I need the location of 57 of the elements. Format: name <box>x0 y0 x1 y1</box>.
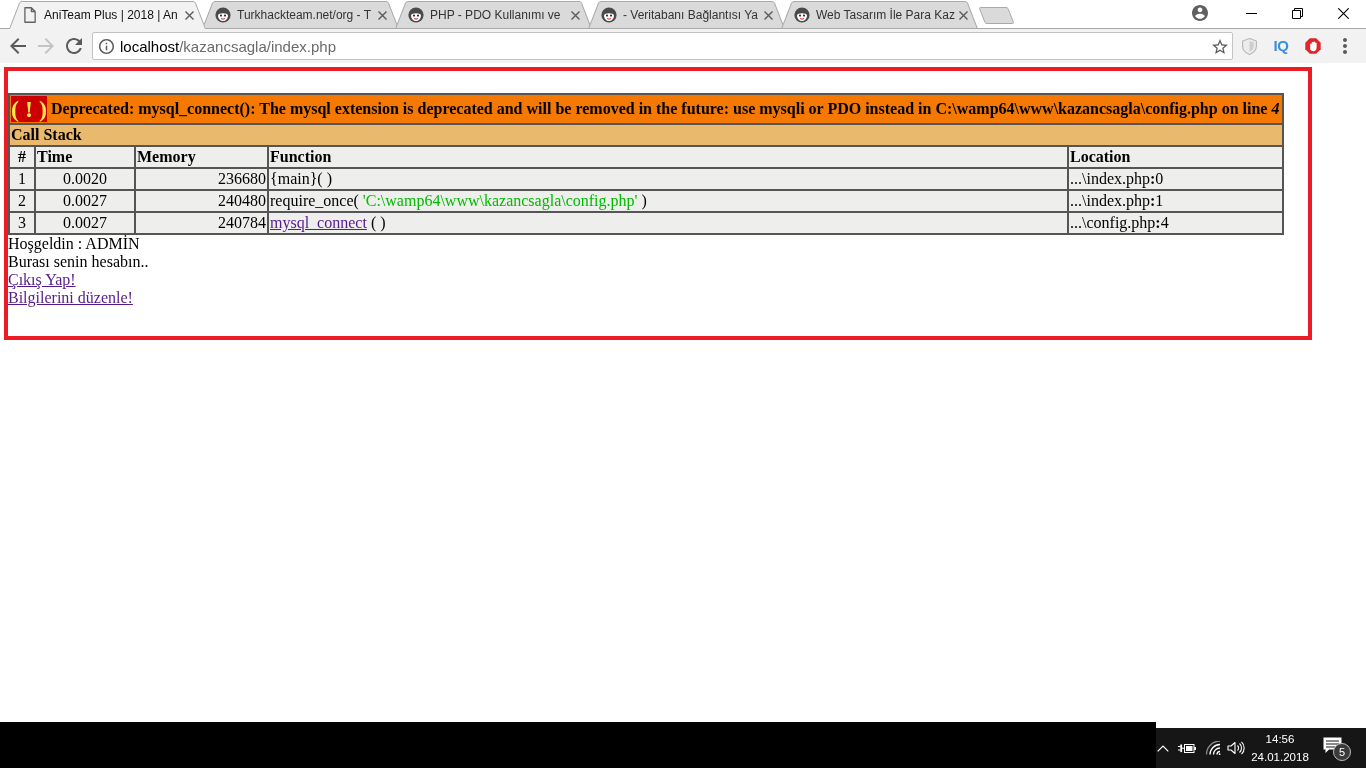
minimize-icon[interactable] <box>1245 12 1257 14</box>
section-header: Call Stack <box>9 124 1283 146</box>
close-icon[interactable] <box>185 10 194 20</box>
column-header: Memory <box>135 146 268 168</box>
address-bar[interactable]: localhost/kazancsagla/index.php <box>92 32 1233 60</box>
close-icon[interactable] <box>1337 7 1349 19</box>
text-link[interactable]: Çıkış Yap! <box>8 271 76 288</box>
notification-count: 5 <box>1333 743 1351 761</box>
table-cell: 0.0020 <box>35 168 135 190</box>
table-cell: 240784 <box>135 212 268 234</box>
table-cell: ...\index.php:1 <box>1068 190 1283 212</box>
info-icon[interactable] <box>99 38 114 54</box>
body-text: Burası senin hesabın.. <box>8 253 149 270</box>
browser-tab[interactable]: AniTeam Plus | 2018 | An <box>9 1 206 29</box>
speaker-icon[interactable] <box>1227 741 1245 755</box>
table-cell: 1 <box>9 168 35 190</box>
body-text: Hoşgeldin : ADMİN <box>8 235 140 252</box>
face-logo-icon <box>794 7 810 23</box>
star-icon[interactable] <box>1212 38 1228 54</box>
column-header: # <box>9 146 35 168</box>
text-link[interactable]: Bilgilerini düzenle! <box>8 289 133 306</box>
profile-icon[interactable] <box>1192 5 1208 21</box>
column-header: Location <box>1068 146 1283 168</box>
column-header: Time <box>35 146 135 168</box>
page-icon <box>24 7 36 23</box>
browser-tab[interactable]: Web Tasarım İle Para Kaz <box>781 1 978 29</box>
table-cell: 0.0027 <box>35 190 135 212</box>
table-cell: 3 <box>9 212 35 234</box>
table-cell: ...\config.php:4 <box>1068 212 1283 234</box>
clock-date: 24.01.2018 <box>1251 750 1309 765</box>
browser-tab[interactable]: PHP - PDO Kullanımı ve <box>395 1 592 29</box>
table-cell: require_once( 'C:\wamp64\www\kazancsagla\config.php' ) <box>268 190 1068 212</box>
call-parens: ( ) <box>370 214 386 231</box>
menu-icon[interactable] <box>1343 38 1347 54</box>
face-logo-icon <box>601 7 617 23</box>
function-link[interactable]: mysql_connect <box>270 214 367 231</box>
face-logo-icon <box>215 7 231 23</box>
table-cell: ...\index.php:0 <box>1068 168 1283 190</box>
back-icon[interactable] <box>10 38 26 54</box>
error-message: Deprecated: mysql_connect(): The mysql extension is deprecated and will be removed in the future: use mysqli or PDO instead in C:\wamp64\www\kazancsagla\config.php on line 4 <box>51 100 1280 117</box>
chevron-up-icon[interactable] <box>1157 744 1169 752</box>
browser-tab[interactable]: - Veritabanı Bağlantısı Ya <box>588 1 785 29</box>
restore-icon[interactable] <box>1291 7 1303 19</box>
error-sign: ( ! ) <box>11 96 47 122</box>
clock-time: 14:56 <box>1265 732 1295 747</box>
table-cell: 240480 <box>135 190 268 212</box>
face-logo-icon <box>408 7 424 23</box>
stop-sign-icon[interactable] <box>1305 38 1321 54</box>
table-cell: 2 <box>9 190 35 212</box>
table-cell: {main}( ) <box>268 168 1068 190</box>
browser-tab[interactable]: Turkhackteam.net/org - T <box>202 1 399 29</box>
table-cell: 0.0027 <box>35 212 135 234</box>
battery-plug-icon[interactable] <box>1178 742 1196 754</box>
table-cell: 236680 <box>135 168 268 190</box>
wifi-icon[interactable] <box>1205 741 1221 755</box>
reload-icon[interactable] <box>66 38 82 54</box>
column-header: Function <box>268 146 1068 168</box>
